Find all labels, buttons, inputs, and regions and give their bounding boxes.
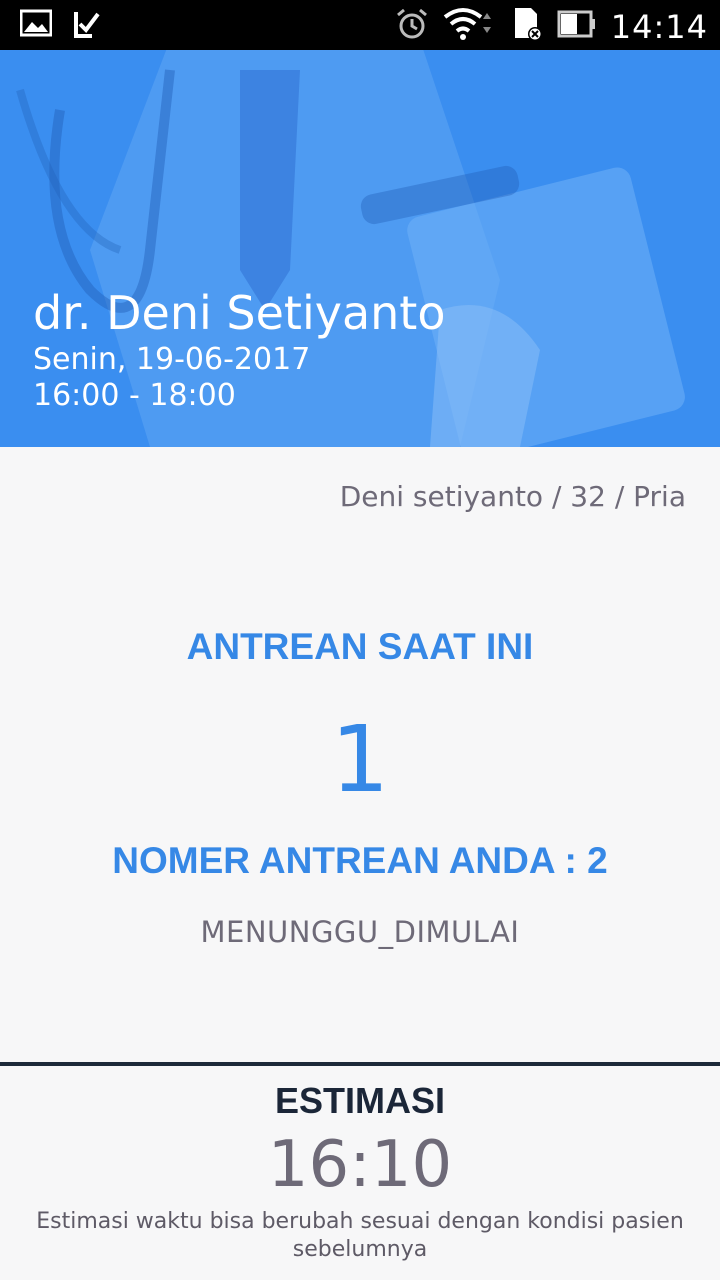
- image-notification-icon: [19, 8, 53, 45]
- schedule-time: 16:00 - 18:00: [33, 378, 236, 413]
- estimation-note: Estimasi waktu bisa berubah sesuai denga…: [36, 1209, 684, 1262]
- schedule-date: Senin, 19-06-2017: [33, 342, 311, 377]
- doctor-name: dr. Deni Setiyanto: [33, 286, 446, 340]
- wifi-icon: [443, 7, 495, 46]
- current-queue-label: ANTREAN SAAT INI: [186, 626, 534, 667]
- task-check-icon: [72, 8, 102, 45]
- estimation-label: ESTIMASI: [274, 1080, 445, 1121]
- sd-card-icon: [509, 6, 543, 47]
- your-queue-number: NOMER ANTREAN ANDA : 2: [112, 840, 608, 881]
- current-queue-number: 1: [330, 706, 390, 813]
- battery-icon: [557, 9, 597, 44]
- clock: 14:14: [610, 7, 708, 46]
- doctor-header: dr. Deni Setiyanto Senin, 19-06-2017 16:…: [0, 50, 720, 447]
- divider: [0, 1062, 720, 1066]
- patient-info: Deni setiyanto / 32 / Pria: [339, 480, 686, 513]
- alarm-icon: [395, 7, 429, 46]
- estimation-time: 16:10: [267, 1128, 453, 1202]
- status-bar: 14:14: [0, 0, 720, 50]
- queue-status: MENUNGGU_DIMULAI: [200, 915, 520, 949]
